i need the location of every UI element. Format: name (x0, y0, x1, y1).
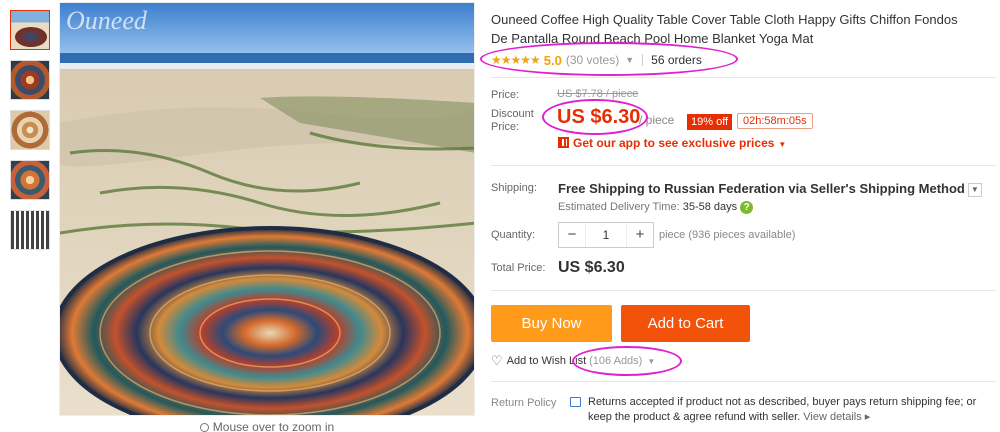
app-promo-link[interactable]: Get our app to see exclusive prices ▼ (558, 136, 786, 150)
discount-label-line2: Price: (491, 121, 520, 133)
chevron-down-icon: ▼ (778, 140, 787, 149)
thumbnail-strip (10, 10, 52, 260)
rating-votes[interactable]: (30 votes) (566, 53, 619, 67)
quantity-input[interactable]: 1 (585, 223, 627, 247)
shipping-label: Shipping: (491, 182, 537, 194)
delivery-days: 35-58 days (682, 201, 738, 213)
quantity-label: Quantity: (491, 229, 536, 241)
delivery-label: Estimated Delivery Time: (558, 201, 683, 213)
wishlist-link[interactable]: ♡ Add to Wish List (106 Adds) ▼ (491, 353, 655, 369)
zoom-hint-text: Mouse over to zoom in (212, 420, 335, 432)
beach-mandala-illustration: Ouneed (60, 3, 474, 415)
shipping-destination: to Russian Federation via Seller's Shipp… (644, 181, 965, 196)
product-title: Ouneed Coffee High Quality Table Cover T… (491, 12, 958, 46)
thumbnail-mandala-orange[interactable] (10, 160, 50, 200)
countdown-timer: 02h:58m:05s (737, 113, 813, 129)
delivery-estimate: Estimated Delivery Time: 35-58 days? (558, 201, 754, 214)
heart-icon: ♡ (491, 353, 503, 368)
buy-now-button[interactable]: Buy Now (491, 305, 612, 342)
thumbnail-mandala-dark[interactable] (10, 60, 50, 100)
quantity-decrease-button[interactable]: − (559, 223, 585, 247)
total-price-label: Total Price: (491, 262, 546, 274)
divider (491, 77, 996, 78)
free-shipping-text: Free Shipping (558, 181, 645, 196)
watermark-logo: Ouneed (66, 6, 148, 35)
price-label: Price: (491, 89, 520, 101)
shipping-method[interactable]: Free Shipping to Russian Federation via … (558, 181, 982, 197)
zoom-hint: Mouse over to zoom in (59, 420, 475, 432)
return-policy-text: Returns accepted if product not as descr… (588, 395, 978, 425)
magnifier-icon (199, 423, 209, 432)
discount-badge: 19% off (687, 114, 733, 130)
thumbnail-beach[interactable] (10, 10, 50, 50)
view-details-link[interactable]: View details ▸ (803, 411, 870, 423)
original-price: US $7.78 / piece (557, 88, 639, 100)
thumbnail-mandala-light[interactable] (10, 110, 50, 150)
orders-count: 56 orders (651, 53, 702, 67)
wishlist-count: (106 Adds) (589, 355, 643, 367)
add-to-cart-button[interactable]: Add to Cart (621, 305, 750, 342)
main-product-image[interactable]: Ouneed (59, 2, 475, 416)
price-unit: / piece (639, 113, 675, 127)
quantity-increase-button[interactable]: + (627, 223, 653, 247)
return-policy-label: Return Policy (491, 397, 557, 409)
discount-price: US $6.30 (557, 106, 641, 128)
quantity-available: piece (936 pieces available) (659, 229, 796, 241)
qr-code-icon (558, 137, 569, 148)
quantity-stepper: − 1 + (558, 222, 654, 248)
help-icon[interactable]: ? (740, 201, 754, 214)
return-policy-description: Returns accepted if product not as descr… (588, 396, 977, 423)
product-page: Ouneed Mouse over to zoom in Ouneed Coff… (0, 0, 1000, 432)
chevron-down-icon[interactable]: ▼ (625, 55, 634, 65)
rating-row[interactable]: ★★★★★ 5.0 (30 votes) ▼ 56 orders (491, 51, 702, 69)
chevron-down-icon[interactable]: ▼ (647, 357, 655, 366)
divider (642, 54, 644, 66)
rating-stars: ★★★★★ (491, 53, 541, 67)
divider (491, 290, 996, 291)
app-promo-text: Get our app to see exclusive prices (573, 136, 775, 150)
thumbnail-qr-code[interactable] (10, 210, 50, 250)
wishlist-label: Add to Wish List (506, 355, 587, 367)
discount-label-line1: Discount (491, 108, 534, 120)
divider (491, 165, 996, 166)
total-price-value: US $6.30 (558, 259, 625, 276)
document-icon (570, 397, 581, 407)
divider (491, 381, 996, 382)
rating-score: 5.0 (543, 52, 562, 68)
chevron-down-icon[interactable]: ▼ (967, 183, 982, 197)
